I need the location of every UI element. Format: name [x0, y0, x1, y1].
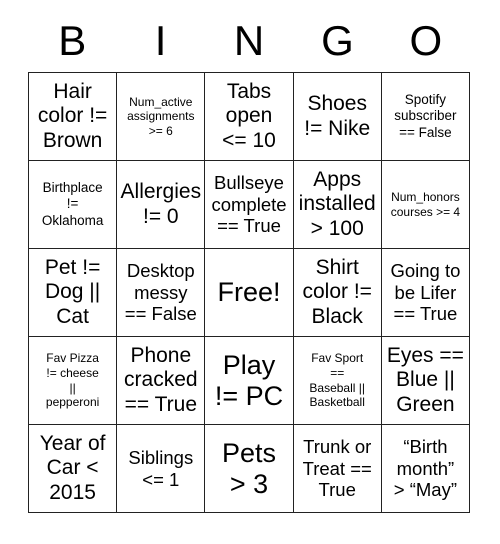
bingo-cell[interactable]: Apps installed > 100	[293, 161, 382, 249]
bingo-cell[interactable]: Trunk or Treat == True	[293, 425, 382, 513]
bingo-cell[interactable]: Play != PC	[205, 337, 294, 425]
bingo-cell-text: Bullseye complete == True	[211, 171, 287, 237]
bingo-cell-text: Shirt color != Black	[302, 255, 372, 328]
bingo-cell[interactable]: Pets > 3	[205, 425, 294, 513]
bingo-cell[interactable]: Desktop messy == False	[117, 249, 206, 337]
bingo-cell[interactable]: “Birth month” > “May”	[381, 425, 471, 513]
bingo-cell-text: Play != PC	[214, 349, 284, 411]
bingo-cell[interactable]: Fav Pizza != cheese || pepperoni	[29, 337, 118, 425]
header-letter-b: B	[58, 17, 87, 64]
bingo-cell[interactable]: Shoes != Nike	[293, 73, 382, 161]
bingo-cell[interactable]: Spotify subscriber == False	[381, 73, 471, 161]
bingo-cell-text: Pets > 3	[221, 437, 277, 499]
bingo-cell-text: Free!	[217, 277, 281, 308]
bingo-cell-text: Num_active assignments >= 6	[127, 94, 195, 138]
header-letter-o: O	[409, 17, 443, 64]
bingo-cell[interactable]: Tabs open <= 10	[205, 73, 294, 161]
bingo-cell-text: Spotify subscriber == False	[394, 92, 457, 140]
bingo-row: Birthplace != Oklahoma Allergies != 0 Bu…	[29, 161, 471, 249]
bingo-cell[interactable]: Shirt color != Black	[293, 249, 382, 337]
bingo-cell-text: Fav Pizza != cheese || pepperoni	[45, 351, 100, 410]
bingo-cell-text: Birthplace != Oklahoma	[41, 180, 104, 228]
bingo-cell-text: “Birth month” > “May”	[393, 435, 458, 501]
bingo-cell[interactable]: Birthplace != Oklahoma	[29, 161, 118, 249]
bingo-cell-text: Year of Car < 2015	[39, 431, 106, 504]
bingo-card: B I N G O Hair color != Brown Num_active…	[28, 0, 471, 513]
bingo-cell-text: Num_honors courses >= 4	[390, 189, 461, 219]
bingo-cell[interactable]: Num_active assignments >= 6	[117, 73, 206, 161]
bingo-cell-text: Eyes == Blue || Green	[386, 343, 464, 416]
bingo-cell-text: Desktop messy == False	[124, 259, 197, 325]
bingo-cell-text: Apps installed > 100	[298, 167, 376, 240]
bingo-row: Year of Car < 2015 Siblings <= 1 Pets > …	[29, 425, 471, 513]
bingo-cell[interactable]: Hair color != Brown	[29, 73, 118, 161]
bingo-cell[interactable]: Pet != Dog || Cat	[29, 249, 118, 337]
bingo-cell[interactable]: Year of Car < 2015	[29, 425, 118, 513]
header-letter-g: G	[321, 17, 354, 64]
bingo-cell-text: Hair color != Brown	[37, 79, 108, 152]
bingo-cell[interactable]: Siblings <= 1	[117, 425, 206, 513]
bingo-cell-free[interactable]: Free!	[205, 249, 294, 337]
bingo-cell[interactable]: Allergies != 0	[117, 161, 206, 249]
bingo-cell-text: Siblings <= 1	[128, 446, 194, 490]
bingo-cell-text: Pet != Dog || Cat	[44, 255, 101, 328]
bingo-cell-text: Going to be Lifer == True	[390, 259, 461, 325]
bingo-row: Pet != Dog || Cat Desktop messy == False…	[29, 249, 471, 337]
header-letter-i: I	[154, 17, 167, 64]
bingo-cell-text: Phone cracked == True	[124, 343, 198, 416]
bingo-cell-text: Fav Sport == Baseball || Basketball	[309, 351, 366, 410]
bingo-row: Hair color != Brown Num_active assignmen…	[29, 73, 471, 161]
bingo-cell-text: Allergies != 0	[120, 180, 202, 228]
bingo-header: B I N G O	[28, 0, 470, 72]
bingo-row: Fav Pizza != cheese || pepperoni Phone c…	[29, 337, 471, 425]
bingo-cell[interactable]: Going to be Lifer == True	[381, 249, 471, 337]
header-letter-n: N	[233, 17, 265, 64]
bingo-cell-text: Trunk or Treat == True	[302, 435, 372, 501]
bingo-cell[interactable]: Fav Sport == Baseball || Basketball	[293, 337, 382, 425]
bingo-cell-text: Tabs open <= 10	[222, 79, 276, 152]
bingo-cell-text: Shoes != Nike	[304, 92, 371, 140]
bingo-cell[interactable]: Num_honors courses >= 4	[381, 161, 471, 249]
bingo-cell[interactable]: Eyes == Blue || Green	[381, 337, 471, 425]
bingo-grid: Hair color != Brown Num_active assignmen…	[28, 72, 471, 513]
bingo-cell[interactable]: Phone cracked == True	[117, 337, 206, 425]
bingo-cell[interactable]: Bullseye complete == True	[205, 161, 294, 249]
